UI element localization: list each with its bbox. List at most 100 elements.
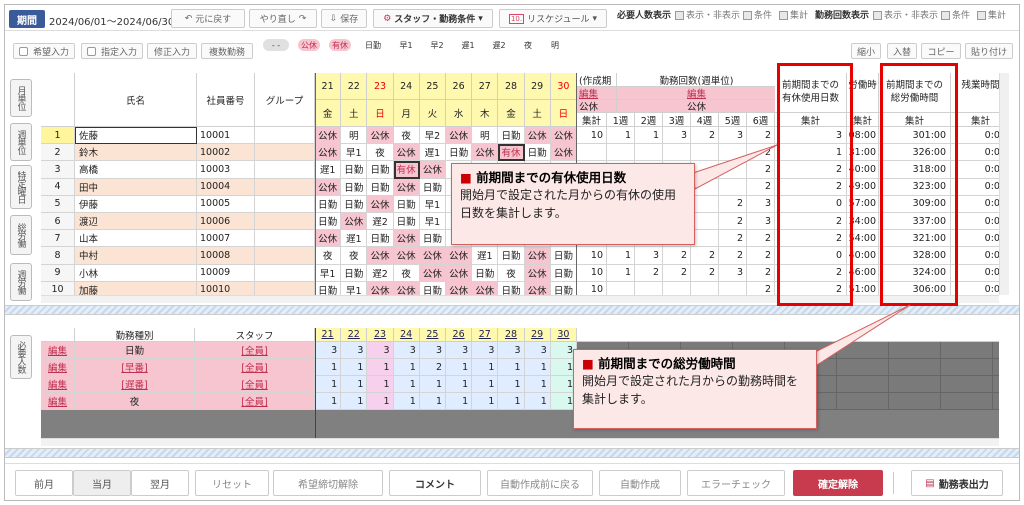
req-shift-type[interactable]: 夜 [75, 393, 195, 410]
req-count[interactable]: 1 [367, 376, 394, 393]
paste-button[interactable]: 貼り付け [965, 43, 1013, 59]
req-day-header[interactable]: 26 [446, 328, 473, 342]
shift-cell[interactable]: 夜 [498, 264, 525, 282]
shift-cell[interactable]: 公休 [419, 264, 446, 282]
staff-name[interactable]: 中村 [75, 247, 197, 265]
req-shift-type[interactable]: [遅番] [75, 376, 195, 393]
shift-cell[interactable]: 明 [341, 127, 368, 145]
prev-month-button[interactable]: 前月 [15, 470, 73, 496]
shift-cell[interactable]: 日勤 [498, 127, 525, 145]
shift-cell[interactable]: 早1 [315, 264, 342, 282]
shift-cell[interactable]: 日勤 [315, 195, 342, 213]
cnt-showhide-checkbox[interactable]: 表示・非表示 [873, 8, 938, 21]
shift-cell[interactable]: 公休 [446, 247, 473, 265]
req-count[interactable]: 1 [315, 359, 342, 376]
req-count[interactable]: 1 [367, 359, 394, 376]
day-number[interactable]: 26 [446, 73, 473, 100]
shift-cell[interactable]: 明 [472, 127, 499, 145]
req-count[interactable]: 3 [498, 342, 525, 359]
shift-cell[interactable]: 日勤 [446, 144, 473, 162]
req-count[interactable]: 1 [446, 393, 473, 410]
req-edit-link[interactable]: 編集 [41, 342, 75, 359]
shift-cell[interactable]: 公休 [393, 281, 420, 295]
req-count[interactable]: 1 [472, 393, 499, 410]
req-hscroll[interactable] [41, 438, 999, 446]
shift-cell[interactable]: 公休 [419, 247, 446, 265]
shift-cell[interactable]: 遅2 [367, 264, 394, 282]
shift-cell[interactable]: 公休 [524, 281, 551, 295]
shift-cell[interactable]: 日勤 [367, 178, 394, 196]
shift-cell[interactable]: 日勤 [472, 264, 499, 282]
day-number[interactable]: 21 [315, 73, 342, 100]
staff-name[interactable]: 加藤 [75, 281, 197, 295]
reset-button[interactable]: リセット [195, 470, 269, 496]
cnt-total-checkbox[interactable]: 集計 [977, 8, 1006, 21]
req-count[interactable]: 3 [472, 342, 499, 359]
staff-name[interactable]: 田中 [75, 178, 197, 196]
shift-cell[interactable]: 日勤 [341, 178, 368, 196]
day-number[interactable]: 24 [393, 73, 420, 100]
side-tab[interactable]: 月単位 [10, 79, 32, 117]
req-day-header[interactable]: 25 [419, 328, 446, 342]
shift-cell[interactable]: 公休 [446, 281, 473, 295]
shift-cell[interactable]: 公休 [367, 127, 394, 145]
shift-cell[interactable]: 公休 [393, 178, 420, 196]
shift-cell[interactable]: 日勤 [550, 281, 577, 295]
shift-cell[interactable]: 日勤 [550, 264, 577, 282]
req-count[interactable]: 1 [393, 376, 420, 393]
error-check-button[interactable]: エラーチェック [687, 470, 785, 496]
req-condition-checkbox[interactable]: 条件 [743, 8, 772, 21]
edit-link[interactable]: 編集 [617, 87, 777, 100]
redo-button[interactable]: やり直し ↷ [249, 9, 317, 28]
req-count[interactable]: 3 [419, 342, 446, 359]
confirm-release-button[interactable]: 確定解除 [793, 470, 883, 496]
copy-button[interactable]: コピー [921, 43, 961, 59]
req-count[interactable]: 1 [419, 393, 446, 410]
req-edit-link[interactable]: 編集 [41, 393, 75, 410]
shift-cell[interactable]: 日勤 [341, 264, 368, 282]
edit-link[interactable]: 編集 [577, 87, 617, 100]
side-tab[interactable]: 週単位 [10, 123, 32, 161]
req-day-header[interactable]: 24 [393, 328, 420, 342]
req-staff[interactable]: [全員] [195, 342, 315, 359]
req-staff[interactable]: [全員] [195, 376, 315, 393]
staff-name[interactable]: 佐藤 [75, 127, 197, 145]
req-count[interactable]: 1 [524, 359, 551, 376]
shift-cell[interactable]: 有休 [393, 161, 420, 179]
shift-cell[interactable]: 遅1 [472, 247, 499, 265]
req-day-header[interactable]: 29 [524, 328, 551, 342]
req-count[interactable]: 3 [393, 342, 420, 359]
req-count[interactable]: 1 [498, 376, 525, 393]
wish-input-button[interactable]: 希望入力 [13, 43, 75, 59]
req-count[interactable]: 3 [367, 342, 394, 359]
req-day-header[interactable]: 30 [550, 328, 577, 342]
shift-cell[interactable]: 日勤 [367, 230, 394, 248]
shift-cell[interactable]: 公休 [524, 264, 551, 282]
shift-cell[interactable]: 日勤 [419, 230, 446, 248]
day-number[interactable]: 23 [367, 73, 394, 100]
req-count[interactable]: 1 [315, 376, 342, 393]
shift-cell[interactable]: 日勤 [341, 161, 368, 179]
shift-cell[interactable]: 公休 [393, 144, 420, 162]
shift-cell[interactable]: 日勤 [393, 213, 420, 231]
auto-create-button[interactable]: 自動作成 [599, 470, 681, 496]
shift-cell[interactable]: 日勤 [419, 178, 446, 196]
staff-name[interactable]: 鈴木 [75, 144, 197, 162]
shift-cell[interactable]: 公休 [550, 144, 577, 162]
req-day-header[interactable]: 22 [341, 328, 368, 342]
shift-cell[interactable]: 遅1 [419, 144, 446, 162]
req-count[interactable]: 1 [367, 393, 394, 410]
req-count[interactable]: 1 [446, 376, 473, 393]
shift-cell[interactable]: 公休 [315, 127, 342, 145]
staff-name[interactable]: 伊藤 [75, 195, 197, 213]
day-number[interactable]: 28 [498, 73, 525, 100]
shift-cell[interactable]: 公休 [524, 127, 551, 145]
req-count[interactable]: 1 [341, 376, 368, 393]
shift-cell[interactable]: 公休 [472, 281, 499, 295]
shift-cell[interactable]: 夜 [341, 247, 368, 265]
period-value[interactable]: 2024/06/01～2024/06/30 [49, 13, 174, 28]
undo-button[interactable]: ↶ 元に戻す [171, 9, 245, 28]
staff-name[interactable]: 山本 [75, 230, 197, 248]
shift-cell[interactable]: 公休 [550, 127, 577, 145]
wish-deadline-release-button[interactable]: 希望締切解除 [273, 470, 383, 496]
